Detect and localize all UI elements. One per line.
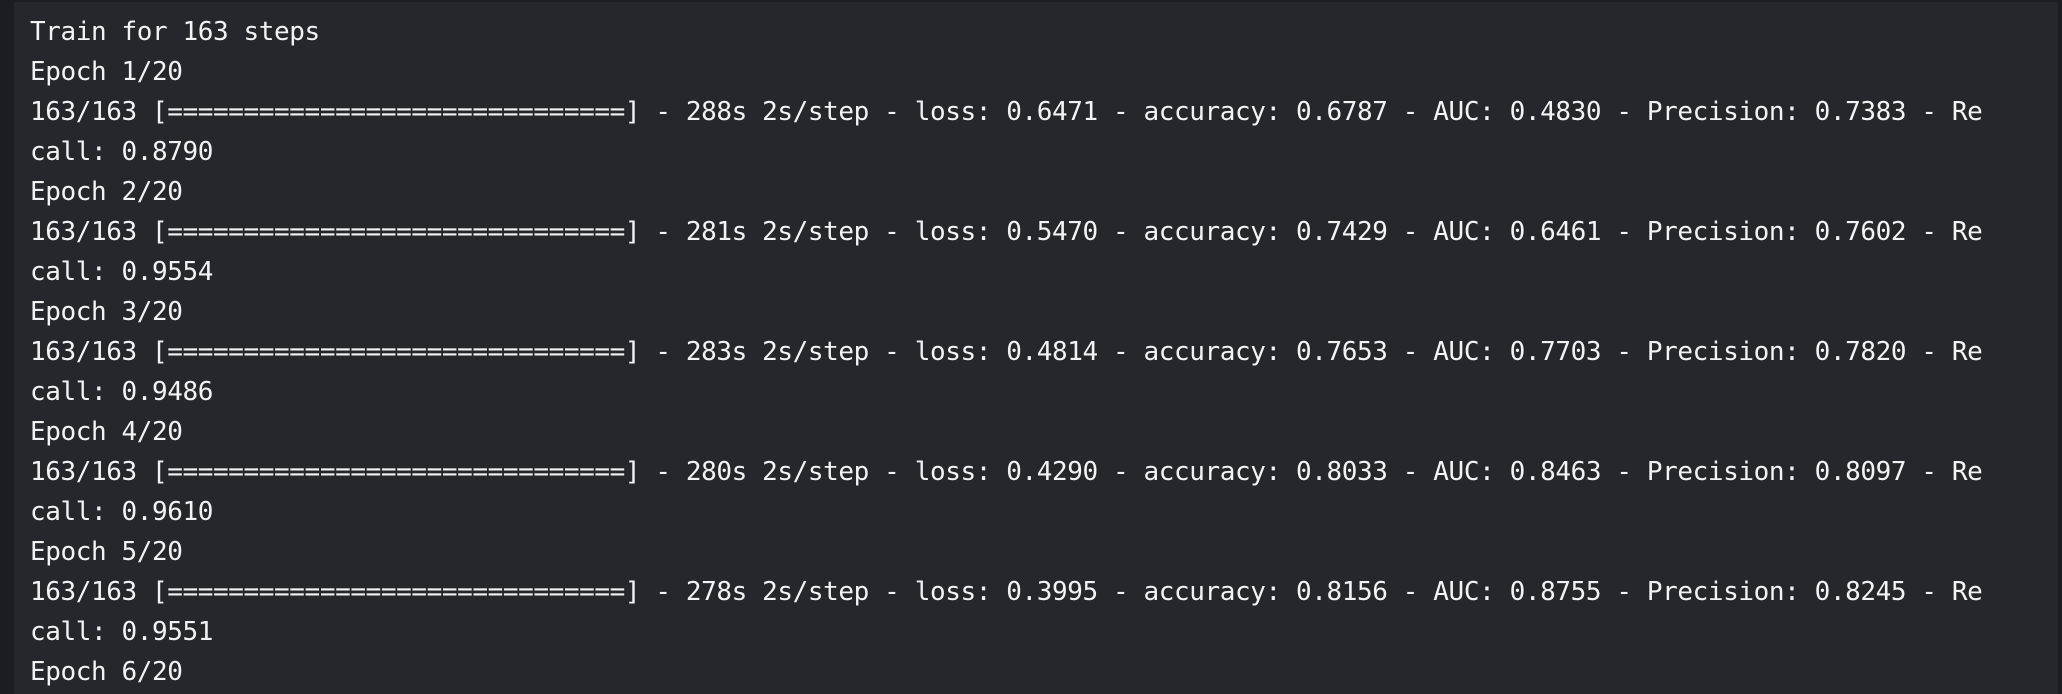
console-line: 163/163 [==============================]… — [30, 577, 1983, 607]
console-line: call: 0.9610 — [30, 497, 214, 527]
console-output-panel: Train for 163 steps Epoch 1/20 163/163 [==… — [14, 2, 2058, 694]
console-line: Epoch 1/20 — [30, 57, 183, 87]
console-line: call: 0.9554 — [30, 257, 214, 287]
console-output: Train for 163 steps Epoch 1/20 163/163 [==… — [14, 2, 2058, 692]
console-line: Epoch 5/20 — [30, 537, 183, 567]
console-line: call: 0.8790 — [30, 137, 214, 167]
console-line: 163/163 [==============================]… — [30, 97, 1983, 127]
console-line: call: 0.9551 — [30, 617, 214, 647]
console-line: call: 0.9486 — [30, 377, 214, 407]
console-line: Epoch 3/20 — [30, 297, 183, 327]
console-line: 163/163 [==============================]… — [30, 457, 1983, 487]
console-line: Epoch 4/20 — [30, 417, 183, 447]
console-line: Epoch 2/20 — [30, 177, 183, 207]
console-line: Epoch 6/20 — [30, 657, 183, 687]
console-line: 163/163 [==============================]… — [30, 337, 1983, 367]
console-line: Train for 163 steps — [30, 17, 320, 47]
console-line: 163/163 [==============================]… — [30, 217, 1983, 247]
